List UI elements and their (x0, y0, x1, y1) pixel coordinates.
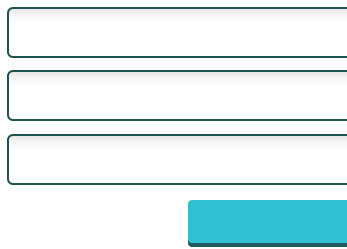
contact-form (0, 0, 347, 249)
form-input-1[interactable] (7, 7, 347, 58)
form-input-3[interactable] (7, 134, 347, 185)
form-input-2[interactable] (7, 70, 347, 121)
submit-button[interactable] (188, 200, 347, 247)
